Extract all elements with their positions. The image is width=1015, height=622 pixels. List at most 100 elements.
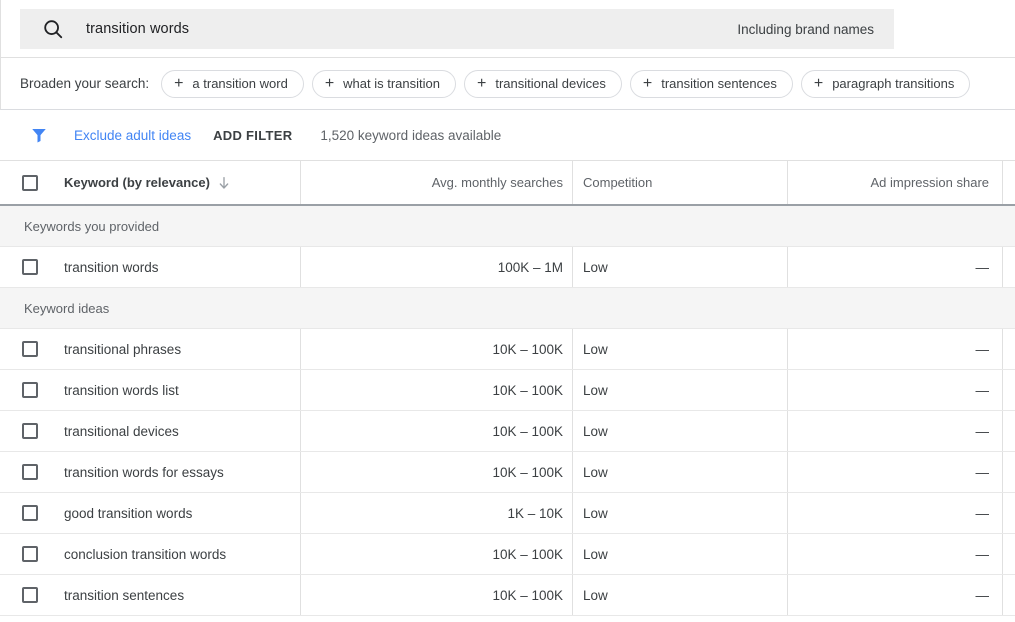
row-cell-tail — [1002, 534, 1015, 574]
row-cell-ad-impression-share: — — [787, 329, 1002, 369]
table-row[interactable]: transition words 100K – 1M Low — — [0, 247, 1015, 288]
row-ad-impression-share-value: — — [975, 464, 990, 480]
row-cell-competition: Low — [572, 370, 787, 410]
keyword-ideas-available-count: 1,520 keyword ideas available — [320, 127, 502, 143]
row-checkbox[interactable] — [22, 546, 38, 562]
keyword-planner-page: transition words Including brand names B… — [0, 0, 1015, 622]
row-checkbox[interactable] — [22, 341, 38, 357]
broaden-chip-list: + a transition word + what is transition… — [161, 69, 971, 98]
row-competition-value: Low — [583, 423, 608, 439]
row-cell-ad-impression-share: — — [787, 247, 1002, 287]
filter-funnel-icon[interactable] — [30, 126, 48, 144]
arrow-down-icon[interactable] — [216, 175, 232, 191]
header-cell-keyword[interactable]: Keyword (by relevance) — [0, 161, 300, 204]
row-cell-keyword: transitional devices — [0, 411, 300, 451]
row-cell-tail — [1002, 247, 1015, 287]
row-ad-impression-share-value: — — [975, 546, 990, 562]
plus-icon: + — [324, 74, 335, 92]
row-checkbox[interactable] — [22, 259, 38, 275]
row-cell-tail — [1002, 452, 1015, 492]
broaden-chip-label: paragraph transitions — [832, 76, 955, 91]
broaden-chip-0[interactable]: + a transition word — [161, 69, 304, 98]
row-keyword-text: transition words — [64, 259, 159, 275]
including-brand-names-label[interactable]: Including brand names — [737, 22, 877, 37]
row-cell-keyword: transition words — [0, 247, 300, 287]
row-keyword-text: good transition words — [64, 505, 193, 521]
row-keyword-text: transition words for essays — [64, 464, 224, 480]
row-cell-avg-monthly-searches: 10K – 100K — [300, 452, 572, 492]
row-cell-ad-impression-share: — — [787, 452, 1002, 492]
header-label-ad-impression-share: Ad impression share — [870, 175, 990, 190]
row-cell-keyword: transition words list — [0, 370, 300, 410]
row-competition-value: Low — [583, 587, 608, 603]
select-all-checkbox[interactable] — [22, 174, 38, 191]
table-row[interactable]: transition words list 10K – 100K Low — — [0, 370, 1015, 411]
row-checkbox[interactable] — [22, 423, 38, 439]
row-cell-avg-monthly-searches: 100K – 1M — [300, 247, 572, 287]
row-searches-value: 10K – 100K — [492, 464, 563, 480]
table-row[interactable]: transitional devices 10K – 100K Low — — [0, 411, 1015, 452]
row-competition-value: Low — [583, 341, 608, 357]
row-checkbox[interactable] — [22, 464, 38, 480]
group-title: Keywords you provided — [24, 218, 160, 234]
header-label-avg-monthly-searches: Avg. monthly searches — [431, 175, 563, 190]
table-row[interactable]: good transition words 1K – 10K Low — — [0, 493, 1015, 534]
header-label-competition: Competition — [583, 175, 653, 190]
row-ad-impression-share-value: — — [975, 341, 990, 357]
broaden-search-label: Broaden your search: — [20, 76, 150, 91]
row-searches-value: 10K – 100K — [492, 423, 563, 439]
table-row[interactable]: transition sentences 10K – 100K Low — — [0, 575, 1015, 616]
row-cell-avg-monthly-searches: 10K – 100K — [300, 329, 572, 369]
row-cell-ad-impression-share: — — [787, 534, 1002, 574]
broaden-chip-label: a transition word — [192, 76, 288, 91]
row-competition-value: Low — [583, 464, 608, 480]
row-cell-avg-monthly-searches: 10K – 100K — [300, 370, 572, 410]
broaden-chip-label: what is transition — [343, 76, 440, 91]
row-cell-competition: Low — [572, 493, 787, 533]
plus-icon: + — [813, 74, 824, 92]
search-bar[interactable]: transition words Including brand names — [20, 9, 894, 49]
row-cell-tail — [1002, 493, 1015, 533]
group-header-row: Keywords you provided — [0, 206, 1015, 247]
row-searches-value: 1K – 10K — [507, 505, 563, 521]
plus-icon: + — [642, 74, 653, 92]
header-cell-competition[interactable]: Competition — [572, 161, 787, 204]
add-filter-button[interactable]: ADD FILTER — [213, 128, 292, 143]
broaden-chip-1[interactable]: + what is transition — [311, 69, 456, 98]
table-row[interactable]: transition words for essays 10K – 100K L… — [0, 452, 1015, 493]
row-competition-value: Low — [583, 382, 608, 398]
table-row[interactable]: conclusion transition words 10K – 100K L… — [0, 534, 1015, 575]
row-cell-avg-monthly-searches: 10K – 100K — [300, 534, 572, 574]
row-cell-competition: Low — [572, 452, 787, 492]
header-label-keyword: Keyword (by relevance) — [64, 175, 210, 190]
row-ad-impression-share-value: — — [975, 423, 990, 439]
row-cell-competition: Low — [572, 411, 787, 451]
broaden-chip-3[interactable]: + transition sentences — [629, 69, 793, 98]
row-cell-competition: Low — [572, 329, 787, 369]
row-checkbox[interactable] — [22, 587, 38, 603]
search-icon — [44, 20, 63, 39]
row-searches-value: 10K – 100K — [492, 341, 563, 357]
row-cell-keyword: transition words for essays — [0, 452, 300, 492]
row-cell-keyword: transitional phrases — [0, 329, 300, 369]
row-keyword-text: transitional phrases — [64, 341, 182, 357]
row-searches-value: 10K – 100K — [492, 382, 563, 398]
row-ad-impression-share-value: — — [975, 505, 990, 521]
row-competition-value: Low — [583, 259, 608, 275]
filter-bar: Exclude adult ideas ADD FILTER 1,520 key… — [0, 110, 1015, 160]
broaden-chip-2[interactable]: + transitional devices — [463, 69, 622, 98]
row-checkbox[interactable] — [22, 382, 38, 398]
exclude-adult-ideas-link[interactable]: Exclude adult ideas — [74, 128, 191, 143]
header-cell-ad-impression-share[interactable]: Ad impression share — [787, 161, 1002, 204]
search-input-value[interactable]: transition words — [86, 21, 737, 37]
row-cell-ad-impression-share: — — [787, 493, 1002, 533]
row-cell-avg-monthly-searches: 1K – 10K — [300, 493, 572, 533]
table-row[interactable]: transitional phrases 10K – 100K Low — — [0, 329, 1015, 370]
row-cell-competition: Low — [572, 247, 787, 287]
row-cell-tail — [1002, 411, 1015, 451]
broaden-chip-4[interactable]: + paragraph transitions — [800, 69, 971, 98]
search-section: transition words Including brand names — [0, 0, 1015, 58]
row-competition-value: Low — [583, 546, 608, 562]
row-checkbox[interactable] — [22, 505, 38, 521]
header-cell-avg-monthly-searches[interactable]: Avg. monthly searches — [300, 161, 572, 204]
